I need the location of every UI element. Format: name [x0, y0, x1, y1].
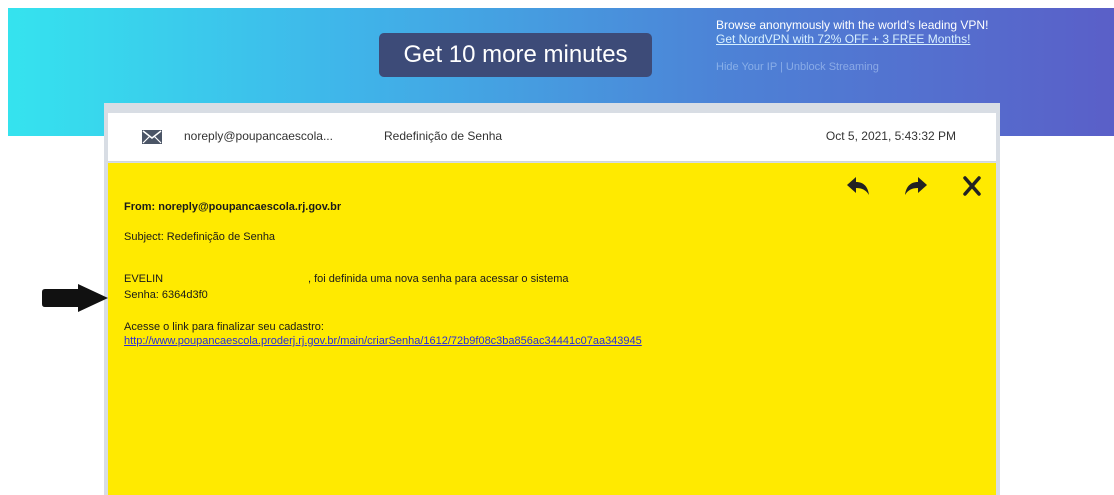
email-body: From: noreply@poupancaescola.rj.gov.br S… — [108, 163, 996, 495]
email-subject-line: Subject: Redefinição de Senha — [124, 231, 276, 243]
email-list-item[interactable]: noreply@poupancaescola... Redefinição de… — [108, 113, 996, 162]
password-reset-link[interactable]: http://www.poupancaescola.proderj.rj.gov… — [124, 335, 642, 347]
email-sender: noreply@poupancaescola... — [184, 129, 333, 143]
vpn-ad: Browse anonymously with the world's lead… — [716, 18, 996, 74]
vpn-ad-headline: Browse anonymously with the world's lead… — [716, 18, 989, 32]
vpn-ad-footer: Hide Your IP | Unblock Streaming — [716, 61, 879, 73]
pointer-arrow-icon — [42, 284, 108, 312]
email-panel: noreply@poupancaescola... Redefinição de… — [104, 103, 1000, 495]
email-timestamp: Oct 5, 2021, 5:43:32 PM — [825, 129, 956, 143]
greeting-text: , foi definida uma nova senha para acess… — [308, 273, 569, 285]
email-from-line: From: noreply@poupancaescola.rj.gov.br — [124, 201, 342, 213]
password-line: Senha: 6364d3f0 — [124, 289, 208, 301]
close-icon[interactable] — [960, 175, 984, 197]
envelope-icon — [142, 130, 162, 144]
vpn-ad-link[interactable]: Get NordVPN with 72% OFF + 3 FREE Months… — [716, 32, 996, 46]
get-more-minutes-button[interactable]: Get 10 more minutes — [379, 33, 652, 77]
access-instructions: Acesse o link para finalizar seu cadastr… — [124, 321, 324, 333]
forward-icon[interactable] — [904, 175, 928, 197]
recipient-name: EVELIN — [124, 273, 164, 285]
reply-icon[interactable] — [846, 175, 870, 197]
email-subject: Redefinição de Senha — [384, 129, 503, 143]
